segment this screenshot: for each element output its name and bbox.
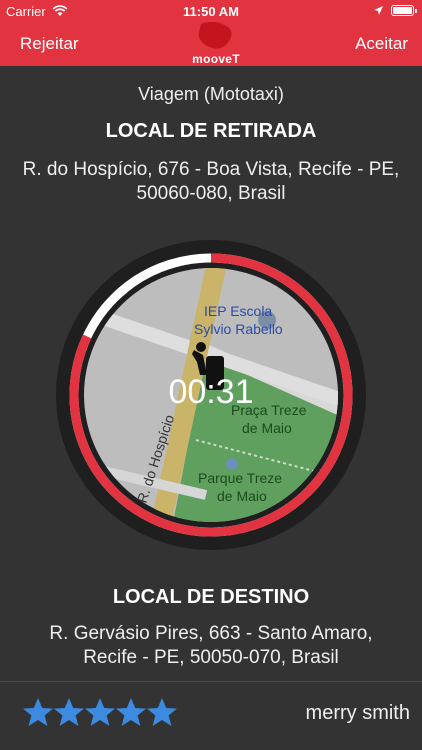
pickup-address-line-2: 50060-080, Brasil [136, 183, 286, 204]
nav-bar: Rejeitar mooveT Aceitar [0, 21, 422, 66]
pickup-address-line-1: R. do Hospício, 676 - Boa Vista, Recife … [22, 159, 400, 180]
location-arrow-icon [374, 6, 383, 15]
reject-button[interactable]: Rejeitar [20, 34, 79, 54]
countdown-timer: IEP Escola Sylvio Rabello Praça Treze de… [56, 240, 366, 550]
star-icon [54, 698, 84, 726]
star-icon [85, 698, 115, 726]
pickup-title: LOCAL DE RETIRADA [105, 120, 317, 142]
rider-name: merry smith [305, 702, 410, 724]
countdown-text: 00:31 [168, 373, 254, 411]
pickup-address: R. do Hospício, 676 - Boa Vista, Recife … [10, 158, 412, 206]
logo-mark-icon [198, 21, 232, 49]
trip-type-label: Viagem (Mototaxi) [138, 84, 284, 104]
star-icon [23, 698, 53, 726]
moovet-logo: mooveT [181, 21, 251, 66]
status-time: 11:50 AM [183, 4, 239, 19]
star-icon [116, 698, 146, 726]
map-label-school-2: Sylvio Rabello [194, 321, 283, 337]
destination-address-line-2: Recife - PE, 50050-070, Brasil [83, 647, 339, 668]
map-label-square-2: de Maio [242, 420, 292, 436]
destination-address-line-1: R. Gervásio Pires, 663 - Santo Amaro, [49, 623, 373, 644]
logo-text: mooveT [192, 52, 240, 66]
map-label-park-2: de Maio [217, 488, 267, 504]
accept-button[interactable]: Aceitar [355, 34, 408, 54]
battery-icon [391, 5, 417, 16]
status-bar: Carrier 11:50 AM [0, 0, 422, 22]
map-label-park: Parque Treze [198, 470, 282, 486]
map-label-school: IEP Escola [204, 303, 272, 319]
divider [0, 681, 422, 682]
destination-address: R. Gervásio Pires, 663 - Santo Amaro, Re… [10, 622, 412, 670]
star-icon [147, 698, 177, 726]
destination-title: LOCAL DE DESTINO [112, 586, 310, 608]
